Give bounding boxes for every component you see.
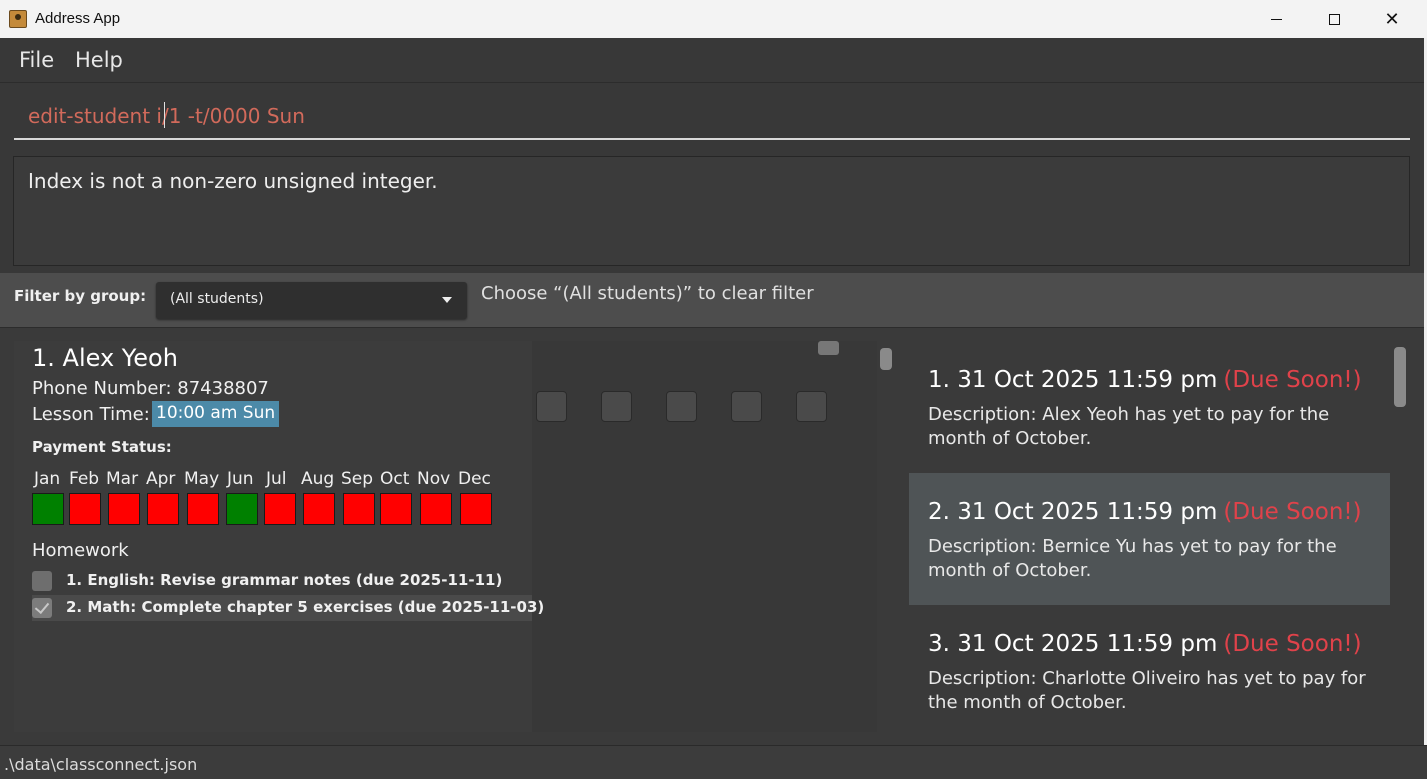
card-action-button-3[interactable] [666,391,697,422]
close-button[interactable]: ✕ [1363,0,1421,38]
title-bar: Address App ✕ [0,0,1427,38]
homework-text: 2. Math: Complete chapter 5 exercises (d… [66,598,545,616]
student-list-scrollbar[interactable] [880,348,892,370]
payment-card[interactable]: 1. 31 Oct 2025 11:59 pm (Due Soon!) Descr… [909,341,1390,473]
card-action-button-2[interactable] [601,391,632,422]
card-action-button-5[interactable] [796,391,827,422]
filter-bar: Filter by group: (All students) Choose “… [0,273,1427,328]
month-label: Apr [146,469,176,489]
close-icon: ✕ [1384,8,1400,30]
month-label: Feb [69,469,100,489]
payment-box-aug[interactable] [303,493,335,525]
homework-checkbox[interactable] [32,598,52,618]
payment-heading: 2. 31 Oct 2025 11:59 pm (Due Soon!) [928,499,1362,525]
payment-box-jun[interactable] [226,493,258,525]
student-phone: Phone Number: 87438807 [32,378,269,399]
payment-box-sep[interactable] [343,493,375,525]
payment-status-label: Payment Status: [32,438,172,456]
result-display: Index is not a non-zero unsigned integer… [0,149,1427,273]
card-action-button-4[interactable] [731,391,762,422]
month-label: May [184,469,220,489]
due-soon-flag: (Due Soon!) [1223,367,1362,393]
payment-datetime: 1. 31 Oct 2025 11:59 pm [928,367,1218,393]
card-corner-button[interactable] [818,341,839,355]
payment-box-feb[interactable] [69,493,101,525]
payment-description: Description: Bernice Yu has yet to pay f… [928,536,1337,581]
chevron-down-icon [442,297,452,303]
payment-description: Description: Charlotte Oliveiro has yet … [928,668,1366,713]
student-card[interactable]: 1. Alex Yeoh Phone Number: 87438807 Less… [14,341,877,732]
homework-checkbox[interactable] [32,571,52,591]
payment-datetime: 3. 31 Oct 2025 11:59 pm [928,631,1218,657]
menu-help[interactable]: Help [75,48,123,72]
payment-datetime: 2. 31 Oct 2025 11:59 pm [928,499,1218,525]
command-input[interactable] [14,93,1410,140]
minimize-icon [1270,18,1282,20]
group-filter-dropdown[interactable]: (All students) [156,282,467,319]
menu-bar: File Help [0,38,1427,83]
maximize-button[interactable] [1305,0,1363,38]
payment-box-may[interactable] [187,493,219,525]
homework-item[interactable]: 1. English: Revise grammar notes (due 20… [32,568,532,594]
payment-card[interactable]: 2. 31 Oct 2025 11:59 pm (Due Soon!) Descr… [909,473,1390,605]
card-action-button-1[interactable] [536,391,567,422]
homework-label: Homework [32,540,129,561]
due-soon-flag: (Due Soon!) [1223,499,1362,525]
payment-box-jul[interactable] [264,493,296,525]
payment-list-scrollbar[interactable] [1394,347,1406,407]
payment-box-nov[interactable] [420,493,452,525]
data-file-path: .\data\classconnect.json [4,755,198,774]
window-title: Address App [35,10,121,27]
maximize-icon [1328,13,1340,25]
lesson-time-label: Lesson Time: [32,404,150,425]
month-label: Mar [106,469,139,489]
payment-description: Description: Alex Yeoh has yet to pay fo… [928,404,1330,449]
main-panel: 1. Alex Yeoh Phone Number: 87438807 Less… [0,329,1427,745]
payment-box-dec[interactable] [460,493,492,525]
command-box [0,83,1427,149]
payment-heading: 3. 31 Oct 2025 11:59 pm (Due Soon!) [928,631,1362,657]
status-bar: .\data\classconnect.json [0,745,1427,779]
filter-hint: Choose “(All students)” to clear filter [481,283,814,304]
payment-box-oct[interactable] [380,493,412,525]
text-caret [164,102,165,128]
payment-heading: 1. 31 Oct 2025 11:59 pm (Due Soon!) [928,367,1362,393]
payment-box-apr[interactable] [147,493,179,525]
group-filter-value: (All students) [170,291,264,307]
month-label: Dec [458,469,491,489]
result-message[interactable]: Index is not a non-zero unsigned integer… [13,156,1410,266]
due-soon-flag: (Due Soon!) [1223,631,1362,657]
student-list[interactable]: 1. Alex Yeoh Phone Number: 87438807 Less… [14,341,877,732]
payment-list[interactable]: 1. 31 Oct 2025 11:59 pm (Due Soon!) Descr… [909,341,1390,732]
month-label: Jul [266,469,287,489]
payment-box-jan[interactable] [32,493,64,525]
month-label: Aug [301,469,335,489]
student-name: 1. Alex Yeoh [32,344,178,372]
month-label: Jun [227,469,254,489]
month-label: Oct [380,469,410,489]
payment-card[interactable]: 3. 31 Oct 2025 11:59 pm (Due Soon!) Descr… [909,605,1390,732]
menu-file[interactable]: File [19,48,54,72]
month-label: Nov [417,469,451,489]
payment-box-mar[interactable] [108,493,140,525]
homework-item[interactable]: 2. Math: Complete chapter 5 exercises (d… [32,595,544,621]
filter-label: Filter by group: [14,287,147,305]
month-label: Jan [34,469,61,489]
minimize-button[interactable] [1247,0,1305,38]
address-book-icon [9,10,27,28]
homework-text: 1. English: Revise grammar notes (due 20… [66,571,503,589]
month-label: Sep [341,469,374,489]
lesson-time-tag: 10:00 am Sun [152,401,280,427]
